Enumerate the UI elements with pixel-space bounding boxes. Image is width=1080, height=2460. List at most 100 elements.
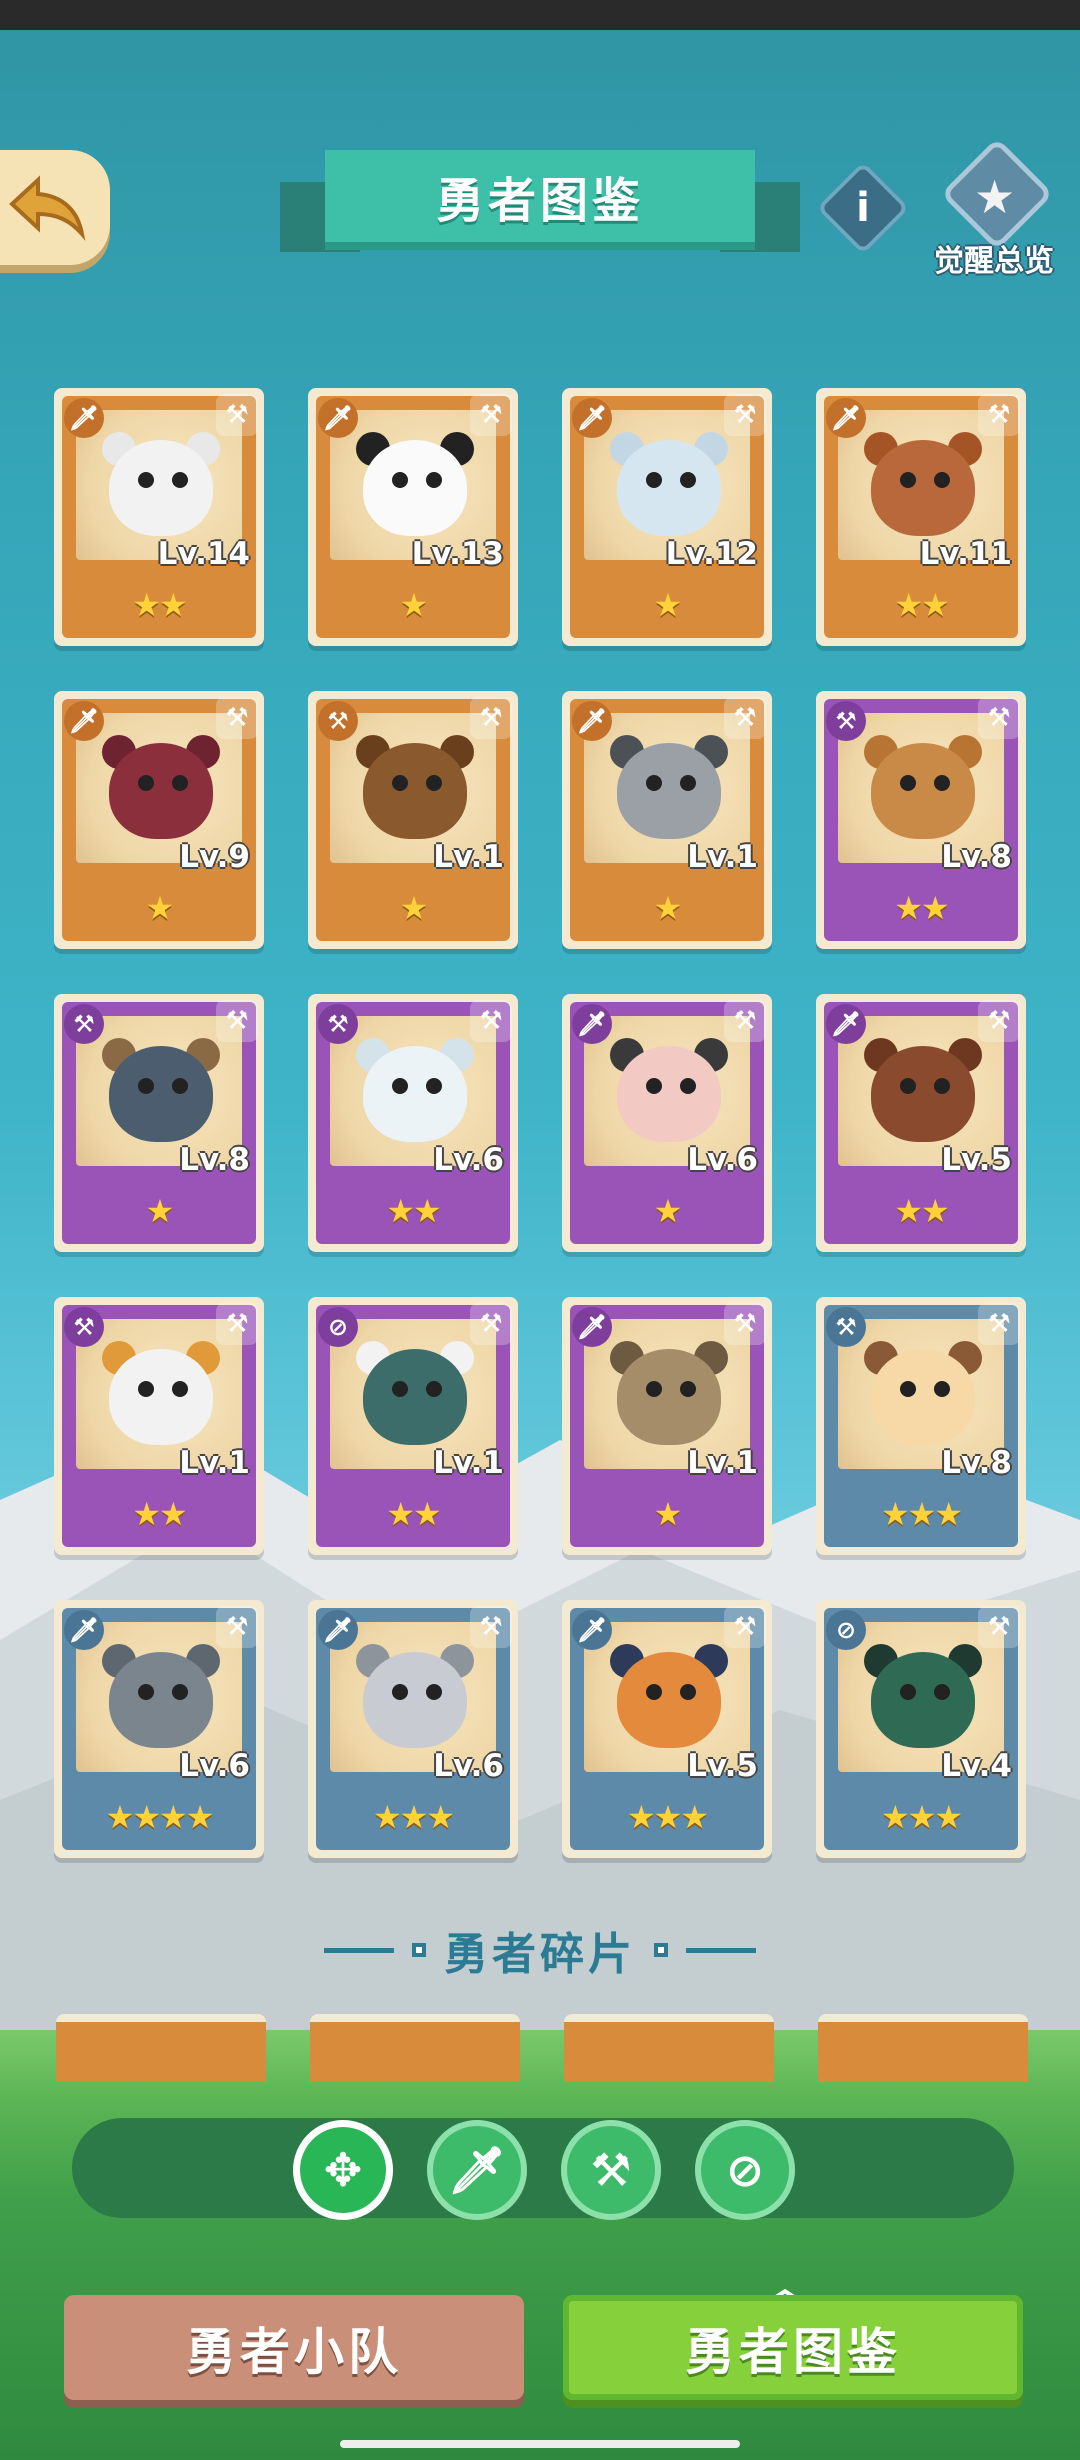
- all-roles-icon: ✥: [323, 2143, 363, 2197]
- hero-level: Lv.8: [941, 839, 1012, 875]
- equipment-hammer-icon: ⚒: [978, 1303, 1020, 1345]
- equipment-hammer-icon: ⚒: [216, 1303, 258, 1345]
- awaken-overview-label: 觉醒总览: [934, 244, 1054, 279]
- hero-stars: ★★: [894, 1192, 949, 1230]
- hero-stars: ★★: [894, 586, 949, 624]
- tab-hero-codex[interactable]: 勇者图鉴: [563, 2295, 1023, 2400]
- status-bar: [0, 0, 1080, 30]
- equipment-hammer-icon: ⚒: [216, 1606, 258, 1648]
- hero-level: Lv.8: [941, 1445, 1012, 1481]
- shards-divider: 勇者碎片: [0, 1920, 1080, 1980]
- hero-stars: ★: [653, 889, 683, 927]
- hero-card[interactable]: 🗡 ⚒ Lv.6 ★★★: [308, 1600, 518, 1858]
- info-button[interactable]: i: [816, 161, 910, 255]
- page-title: 勇者图鉴: [325, 150, 755, 242]
- equipment-hammer-icon: ⚒: [978, 697, 1020, 739]
- hero-card[interactable]: ⚒ ⚒ Lv.8 ★★★: [816, 1297, 1026, 1555]
- shard-card[interactable]: [818, 2014, 1028, 2082]
- shard-card[interactable]: [310, 2014, 520, 2082]
- hero-card[interactable]: ⊘ ⚒ Lv.1 ★★: [308, 1297, 518, 1555]
- hero-card[interactable]: 🗡 ⚒ Lv.14 ★★: [54, 388, 264, 646]
- awaken-overview-button[interactable]: ★ 觉醒总览: [922, 137, 1062, 280]
- hero-card[interactable]: 🗡 ⚒ Lv.5 ★★★: [562, 1600, 772, 1858]
- equipment-hammer-icon: ⚒: [978, 394, 1020, 436]
- hero-level: Lv.11: [919, 536, 1012, 572]
- role-filter-bar: [72, 2118, 1014, 2218]
- hammer-icon: ⚒: [64, 1004, 104, 1044]
- equipment-hammer-icon: ⚒: [216, 394, 258, 436]
- equipment-hammer-icon: ⚒: [470, 697, 512, 739]
- hero-card[interactable]: 🗡 ⚒ Lv.11 ★★: [816, 388, 1026, 646]
- home-indicator[interactable]: [340, 2440, 740, 2448]
- hero-card[interactable]: ⚒ ⚒ Lv.1 ★★: [54, 1297, 264, 1555]
- hero-card[interactable]: 🗡 ⚒ Lv.13 ★: [308, 388, 518, 646]
- equipment-hammer-icon: ⚒: [216, 1000, 258, 1042]
- hero-level: Lv.1: [687, 1445, 758, 1481]
- hero-stars: ★★★: [880, 1798, 963, 1836]
- hero-card[interactable]: ⚒ ⚒ Lv.1 ★: [308, 691, 518, 949]
- hero-card[interactable]: 🗡 ⚒ Lv.6 ★: [562, 994, 772, 1252]
- hero-card[interactable]: ⚒ ⚒ Lv.8 ★★: [816, 691, 1026, 949]
- equipment-hammer-icon: ⚒: [724, 1000, 766, 1042]
- sword-icon: 🗡: [318, 398, 358, 438]
- hero-stars: ★: [145, 889, 175, 927]
- hero-stars: ★★: [894, 889, 949, 927]
- hero-card[interactable]: ⊘ ⚒ Lv.4 ★★★: [816, 1600, 1026, 1858]
- hero-level: Lv.1: [433, 839, 504, 875]
- hero-card[interactable]: 🗡 ⚒ Lv.9 ★: [54, 691, 264, 949]
- shards-title: 勇者碎片: [444, 1929, 636, 1980]
- hero-level: Lv.9: [179, 839, 250, 875]
- filter-all-button[interactable]: ✥: [293, 2120, 393, 2220]
- compass-icon: ⊘: [318, 1307, 358, 1347]
- hero-stars: ★: [653, 1192, 683, 1230]
- filter-sword-button[interactable]: 🗡: [427, 2120, 527, 2220]
- hero-level: Lv.1: [687, 839, 758, 875]
- sword-icon: 🗡: [572, 1004, 612, 1044]
- hero-card[interactable]: 🗡 ⚒ Lv.12 ★: [562, 388, 772, 646]
- sword-icon: 🗡: [447, 2142, 507, 2197]
- hero-stars: ★★: [132, 1495, 187, 1533]
- hero-card[interactable]: ⚒ ⚒ Lv.6 ★★: [308, 994, 518, 1252]
- hero-card[interactable]: ⚒ ⚒ Lv.8 ★: [54, 994, 264, 1252]
- sword-icon: 🗡: [826, 1004, 866, 1044]
- hero-card[interactable]: 🗡 ⚒ Lv.1 ★: [562, 1297, 772, 1555]
- filter-hammer-button[interactable]: ⚒: [561, 2120, 661, 2220]
- hero-level: Lv.5: [687, 1748, 758, 1784]
- shard-card[interactable]: [564, 2014, 774, 2082]
- shard-card[interactable]: [56, 2014, 266, 2082]
- hero-level: Lv.6: [433, 1748, 504, 1784]
- hero-card[interactable]: 🗡 ⚒ Lv.1 ★: [562, 691, 772, 949]
- compass-icon: ⊘: [826, 1610, 866, 1650]
- equipment-hammer-icon: ⚒: [724, 1303, 766, 1345]
- hero-stars: ★: [399, 586, 429, 624]
- sword-icon: 🗡: [64, 1610, 104, 1650]
- hero-level: Lv.1: [179, 1445, 250, 1481]
- sword-icon: 🗡: [318, 1610, 358, 1650]
- hero-stars: ★★★: [372, 1798, 455, 1836]
- compass-icon: ⊘: [725, 2143, 765, 2197]
- hammer-icon: ⚒: [318, 1004, 358, 1044]
- back-button[interactable]: [0, 150, 110, 265]
- hero-card[interactable]: 🗡 ⚒ Lv.6 ★★★★: [54, 1600, 264, 1858]
- equipment-hammer-icon: ⚒: [216, 697, 258, 739]
- hero-stars: ★: [145, 1192, 175, 1230]
- back-arrow-icon: [9, 175, 86, 241]
- equipment-hammer-icon: ⚒: [724, 1606, 766, 1648]
- hero-level: Lv.6: [179, 1748, 250, 1784]
- tab-hero-team[interactable]: 勇者小队: [64, 2295, 524, 2400]
- sword-icon: 🗡: [572, 701, 612, 741]
- title-ribbon: 勇者图鉴: [280, 150, 800, 260]
- hero-stars: ★: [653, 586, 683, 624]
- hero-level: Lv.5: [941, 1142, 1012, 1178]
- hero-level: Lv.13: [411, 536, 504, 572]
- hero-stars: ★: [399, 889, 429, 927]
- hero-level: Lv.6: [687, 1142, 758, 1178]
- sword-icon: 🗡: [572, 398, 612, 438]
- hero-card[interactable]: 🗡 ⚒ Lv.5 ★★: [816, 994, 1026, 1252]
- hammer-icon: ⚒: [826, 701, 866, 741]
- filter-compass-button[interactable]: ⊘: [695, 2120, 795, 2220]
- equipment-hammer-icon: ⚒: [470, 394, 512, 436]
- equipment-hammer-icon: ⚒: [724, 697, 766, 739]
- equipment-hammer-icon: ⚒: [978, 1000, 1020, 1042]
- hero-stars: ★★: [132, 586, 187, 624]
